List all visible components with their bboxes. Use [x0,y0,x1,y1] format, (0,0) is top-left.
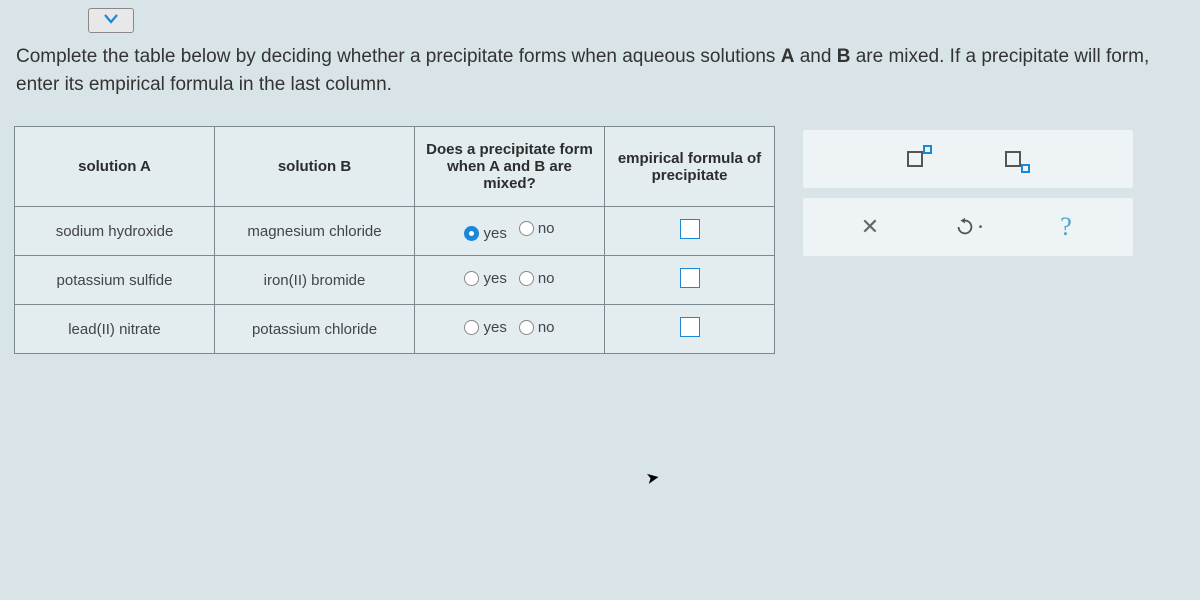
undo-dot-icon: • [979,222,983,233]
content-row: solution A solution B Does a precipitate… [14,126,1186,354]
radio-yes[interactable]: yes [464,225,506,242]
cell-empirical-formula [605,305,775,354]
question-icon: ? [1060,212,1072,242]
table-row: sodium hydroxidemagnesium chloride yes no [15,207,775,256]
table-body: sodium hydroxidemagnesium chlorideyesnop… [15,207,775,354]
cell-precipitate-choice: yes no [415,305,605,354]
formula-input[interactable] [680,219,700,239]
undo-icon [954,216,976,238]
precipitate-table: solution A solution B Does a precipitate… [14,126,775,354]
cell-empirical-formula [605,256,775,305]
radio-no[interactable]: no [519,220,555,237]
formula-input[interactable] [680,268,700,288]
radio-icon [464,271,479,286]
header-solution-b: solution B [215,127,415,207]
subscript-button[interactable] [995,142,1039,176]
cell-solution-b: magnesium chloride [215,207,415,256]
format-tool-row [803,130,1133,188]
radio-yes[interactable]: yes [464,319,506,336]
close-icon: ✕ [861,214,879,240]
undo-button[interactable]: • [946,210,990,244]
radio-yes-label: yes [483,225,506,242]
header-empirical-formula: empirical formula of precipitate [605,127,775,207]
radio-no-label: no [538,319,555,336]
radio-no-label: no [538,270,555,287]
radio-yes-label: yes [483,270,506,287]
radio-icon [519,320,534,335]
radio-no-label: no [538,220,555,237]
radio-yes[interactable]: yes [464,270,506,287]
radio-no[interactable]: no [519,270,555,287]
cell-solution-b: potassium chloride [215,305,415,354]
cell-solution-a: sodium hydroxide [15,207,215,256]
help-button[interactable]: ? [1044,210,1088,244]
table-row: lead(II) nitratepotassium chloride yes no [15,305,775,354]
chevron-down-icon [103,11,119,25]
cell-solution-a: lead(II) nitrate [15,305,215,354]
cell-precipitate-choice: yes no [415,256,605,305]
table-header-row: solution A solution B Does a precipitate… [15,127,775,207]
cell-solution-b: iron(II) bromide [215,256,415,305]
subscript-icon [1004,148,1030,170]
question-page: Complete the table below by deciding whe… [0,0,1200,368]
header-precipitate-question: Does a precipitate form when A and B are… [415,127,605,207]
cursor-icon: ➤ [644,467,661,489]
clear-button[interactable]: ✕ [848,210,892,244]
radio-icon [519,221,534,236]
cell-precipitate-choice: yes no [415,207,605,256]
question-prompt: Complete the table below by deciding whe… [16,43,1184,98]
superscript-icon [906,148,932,170]
radio-icon [464,320,479,335]
action-tool-row: ✕ • ? [803,198,1133,256]
cell-empirical-formula [605,207,775,256]
radio-icon [519,271,534,286]
formula-input[interactable] [680,317,700,337]
radio-icon [464,226,479,241]
collapse-toggle[interactable] [88,8,134,33]
header-solution-a: solution A [15,127,215,207]
radio-yes-label: yes [483,319,506,336]
tool-panel: ✕ • ? [803,130,1133,256]
cell-solution-a: potassium sulfide [15,256,215,305]
table-row: potassium sulfideiron(II) bromide yes no [15,256,775,305]
radio-no[interactable]: no [519,319,555,336]
superscript-button[interactable] [897,142,941,176]
